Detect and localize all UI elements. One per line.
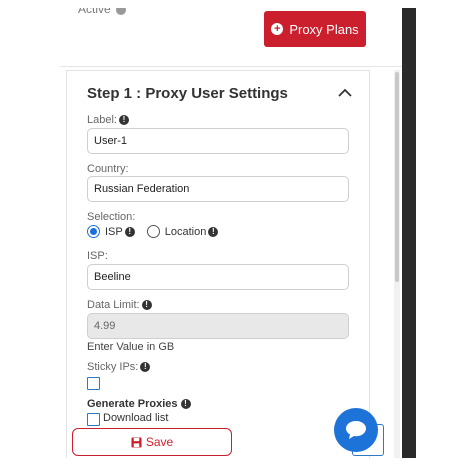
selection-radio-group: ISP ! Location ! bbox=[87, 225, 230, 238]
radio-isp[interactable]: ISP ! bbox=[87, 225, 135, 238]
save-button[interactable]: Save bbox=[72, 428, 232, 456]
floppy-disk-icon bbox=[131, 436, 142, 448]
isp-caption: ISP: bbox=[87, 250, 108, 262]
proxy-plans-button[interactable]: + Proxy Plans bbox=[264, 11, 366, 47]
label-input[interactable]: User-1 bbox=[87, 128, 349, 154]
generate-proxies-caption: Generate Proxies ! bbox=[87, 398, 191, 410]
selection-caption: Selection: bbox=[87, 211, 136, 223]
status-info-icon bbox=[116, 8, 127, 15]
label-caption: Label: ! bbox=[87, 114, 129, 126]
data-limit-input[interactable]: 4.99 bbox=[87, 313, 349, 339]
status-text: Active bbox=[78, 8, 127, 16]
chevron-up-icon[interactable] bbox=[337, 85, 353, 101]
info-icon: ! bbox=[118, 115, 129, 125]
radio-isp-button[interactable] bbox=[87, 225, 100, 238]
radio-location[interactable]: Location ! bbox=[146, 225, 219, 238]
proxy-settings-card: Step 1 : Proxy User Settings Label: ! Us… bbox=[66, 70, 370, 458]
radio-location-button[interactable] bbox=[146, 225, 160, 238]
info-icon: ! bbox=[180, 399, 191, 409]
save-label: Save bbox=[145, 435, 174, 449]
scrollbar-thumb[interactable] bbox=[395, 72, 399, 282]
info-icon: ! bbox=[124, 226, 135, 237]
sticky-ips-caption: Sticky IPs: ! bbox=[87, 361, 151, 373]
country-select[interactable]: Russian Federation bbox=[87, 176, 349, 202]
status-label: Active bbox=[78, 8, 111, 16]
app-frame: Active + Proxy Plans Step 1 : Proxy User… bbox=[60, 8, 402, 458]
info-icon: ! bbox=[140, 362, 151, 372]
download-list-label: Download list bbox=[103, 412, 169, 424]
header-divider bbox=[60, 66, 402, 67]
chat-button[interactable] bbox=[334, 408, 378, 452]
chat-bubble-icon bbox=[346, 421, 366, 439]
proxy-plans-label: Proxy Plans bbox=[289, 21, 359, 37]
country-caption: Country: bbox=[87, 163, 129, 175]
download-list-checkbox[interactable] bbox=[87, 413, 100, 426]
window-edge bbox=[402, 8, 416, 458]
data-limit-caption: Data Limit: ! bbox=[87, 299, 152, 311]
sticky-ips-checkbox[interactable] bbox=[87, 377, 100, 390]
isp-select[interactable]: Beeline bbox=[87, 264, 349, 290]
plus-circle-icon: + bbox=[271, 23, 284, 35]
info-icon: ! bbox=[141, 300, 152, 310]
card-title: Step 1 : Proxy User Settings bbox=[87, 85, 288, 102]
data-limit-hint: Enter Value in GB bbox=[87, 341, 175, 353]
info-icon: ! bbox=[208, 226, 219, 237]
